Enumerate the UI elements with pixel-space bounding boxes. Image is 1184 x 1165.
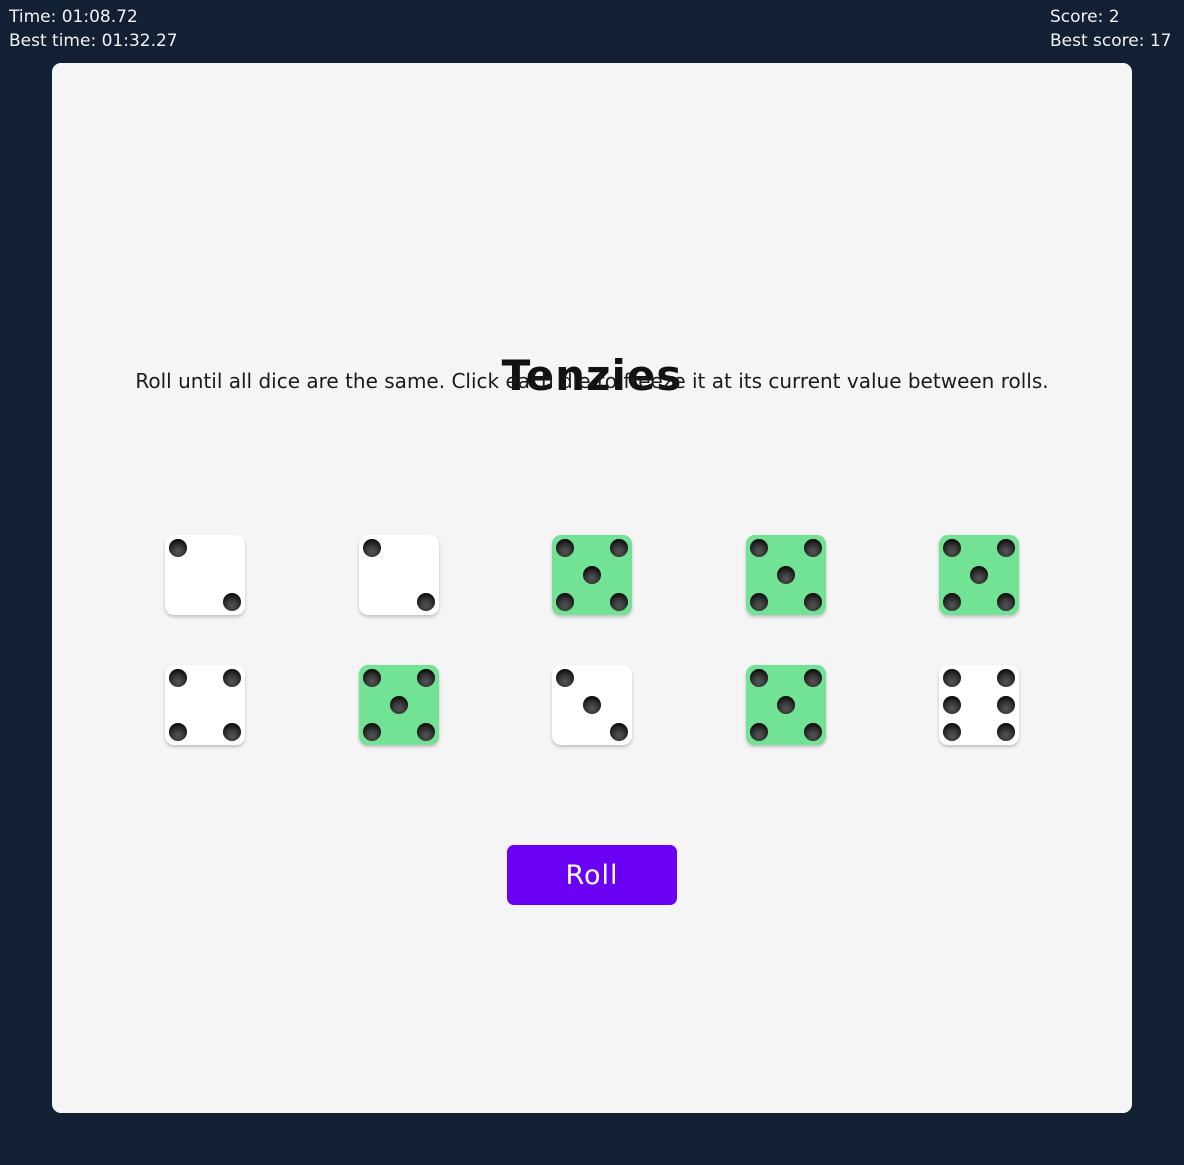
die-3[interactable]	[552, 535, 632, 615]
die-pip	[556, 593, 574, 611]
die-pip	[362, 723, 381, 741]
die-pip	[169, 669, 187, 687]
best-score-display: Best score: 17	[1050, 31, 1172, 51]
die-pip	[997, 539, 1015, 557]
die-1[interactable]	[165, 535, 245, 615]
die-pip	[169, 723, 187, 741]
die-pip	[169, 539, 187, 557]
die-pip	[749, 669, 768, 687]
die-pip	[389, 696, 408, 714]
die-pip	[362, 669, 381, 687]
die-pip	[970, 566, 988, 584]
die-pip	[803, 723, 822, 741]
die-pip	[416, 593, 435, 611]
die-pip	[223, 723, 241, 741]
die-pip	[997, 696, 1015, 714]
die-pip	[416, 669, 435, 687]
die-pip	[803, 539, 822, 557]
die-pip	[556, 539, 574, 557]
die-pip	[416, 723, 435, 741]
die-pip	[610, 593, 628, 611]
die-9[interactable]	[745, 665, 826, 745]
die-pip	[556, 669, 574, 687]
die-pip	[997, 669, 1015, 687]
score-panel: Score: 2 Best score: 17	[1050, 5, 1172, 53]
die-pip	[223, 593, 241, 611]
die-pip	[362, 539, 381, 557]
die-pip	[803, 669, 822, 687]
die-pip	[583, 566, 601, 584]
die-pip	[749, 593, 768, 611]
score-display: Score: 2	[1050, 7, 1120, 27]
die-6[interactable]	[165, 665, 245, 745]
game-instructions: Roll until all dice are the same. Click …	[135, 369, 1049, 393]
die-pip	[997, 593, 1015, 611]
die-pip	[223, 669, 241, 687]
timer-panel: Time: 01:08.72 Best time: 01:32.27	[9, 5, 178, 53]
die-pip	[610, 723, 628, 741]
die-pip	[749, 539, 768, 557]
die-pip	[776, 696, 795, 714]
die-pip	[997, 723, 1015, 741]
game-board: Tenzies Roll until all dice are the same…	[52, 63, 1132, 1113]
die-2[interactable]	[358, 535, 439, 615]
best-time-display: Best time: 01:32.27	[9, 31, 178, 51]
roll-button[interactable]: Roll	[507, 845, 677, 905]
die-4[interactable]	[745, 535, 826, 615]
die-pip	[943, 696, 961, 714]
die-8[interactable]	[552, 665, 632, 745]
dice-grid	[165, 535, 1019, 745]
die-pip	[943, 539, 961, 557]
time-display: Time: 01:08.72	[9, 7, 138, 27]
die-5[interactable]	[939, 535, 1019, 615]
die-pip	[610, 539, 628, 557]
die-pip	[943, 669, 961, 687]
die-pip	[749, 723, 768, 741]
die-pip	[943, 723, 961, 741]
die-10[interactable]	[939, 665, 1019, 745]
die-pip	[943, 593, 961, 611]
die-pip	[803, 593, 822, 611]
die-pip	[583, 696, 601, 714]
die-pip	[776, 566, 795, 584]
die-7[interactable]	[358, 665, 439, 745]
